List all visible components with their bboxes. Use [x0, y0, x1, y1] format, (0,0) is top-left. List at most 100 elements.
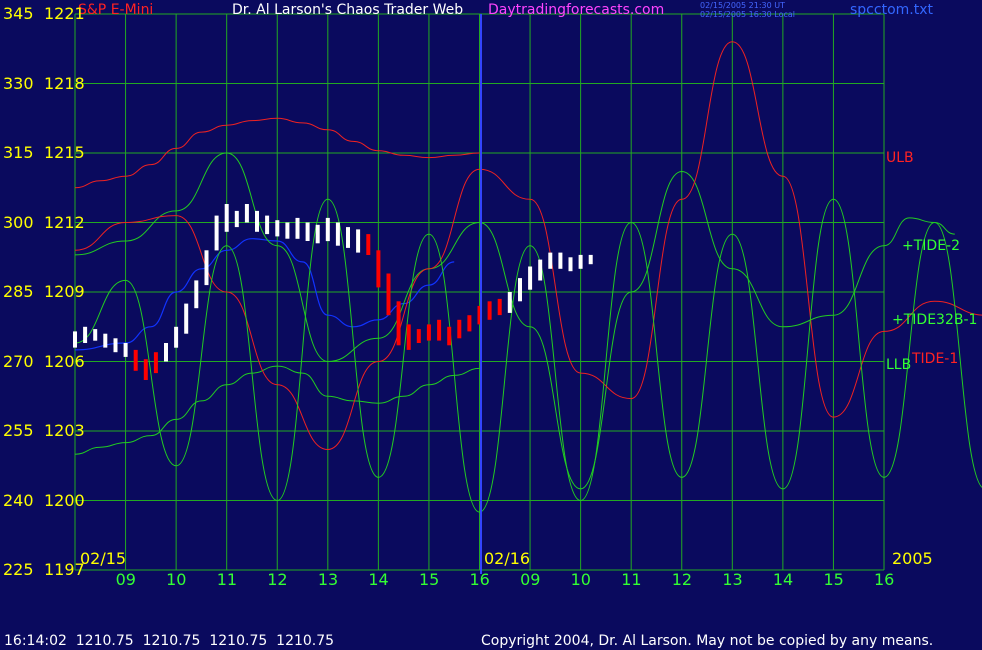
- tide2-label: +TIDE-2: [902, 238, 960, 254]
- price-bar: [305, 222, 310, 241]
- timestamp-ut: 02/15/2005 21:30 UT: [700, 1, 785, 10]
- price-bar: [467, 315, 472, 332]
- price-bar: [588, 254, 593, 265]
- time-axis-label: 11: [216, 570, 238, 589]
- price-axis-label: 1221: [44, 4, 85, 23]
- price-bar: [224, 204, 229, 232]
- series-line: [74, 198, 982, 513]
- price-bar: [497, 298, 502, 316]
- price-bar: [123, 343, 128, 357]
- price-bar: [335, 222, 340, 246]
- time-axis-label: 09: [520, 570, 541, 589]
- price-bar: [558, 252, 563, 269]
- price-bar: [426, 324, 431, 341]
- price-axis-label: 1203: [44, 421, 85, 440]
- price-bar: [285, 222, 290, 239]
- tide1-label: TIDE-1: [912, 351, 959, 367]
- copyright: Copyright 2004, Dr. Al Larson. May not b…: [481, 633, 934, 649]
- time-axis-label: 13: [317, 570, 339, 589]
- price-bar: [315, 224, 320, 244]
- price-bar: [113, 338, 118, 353]
- time-axis-label: 14: [772, 570, 794, 589]
- timestamp-local: 02/15/2005 16:30 Local: [700, 10, 795, 19]
- price-bar: [568, 257, 573, 272]
- price-bar: [265, 215, 270, 235]
- time-axis-label: 11: [621, 570, 642, 589]
- left-axis-label: 300: [3, 212, 34, 232]
- left-axis-label: 270: [3, 351, 34, 371]
- price-bar: [255, 210, 259, 232]
- price-bar: [234, 210, 239, 228]
- price-bar: [214, 215, 219, 251]
- price-bar: [275, 220, 280, 237]
- price-bar: [447, 326, 452, 346]
- price-axis-label: 1215: [44, 143, 85, 162]
- left-axis-label: 330: [3, 73, 34, 93]
- price-bar: [406, 324, 411, 350]
- time-axis-label: 16: [874, 570, 895, 589]
- series-line: [74, 152, 955, 490]
- price-bar: [133, 349, 138, 371]
- left-axis-label: 225: [3, 560, 34, 579]
- left-axis-label: 240: [3, 490, 34, 510]
- price-bar: [184, 303, 189, 334]
- price-axis-label: 1200: [44, 490, 85, 510]
- price-axis-label: 1218: [44, 73, 85, 93]
- price-bar: [204, 250, 209, 286]
- price-bar: [174, 326, 179, 348]
- price-bar: [376, 250, 381, 288]
- price-bar: [578, 254, 583, 269]
- price-bar: [518, 278, 522, 302]
- price-bar: [295, 217, 300, 239]
- price-bar: [153, 352, 158, 374]
- time-axis-label: 12: [267, 570, 288, 589]
- time-axis-label: 16: [469, 570, 490, 589]
- time-axis-label: 14: [368, 570, 389, 589]
- price-bar: [487, 301, 492, 320]
- price-axis-label: 1209: [44, 282, 85, 301]
- year-label: 2005: [892, 549, 933, 568]
- price-bar: [538, 259, 543, 281]
- price-axis-label: 1212: [44, 212, 85, 232]
- price-bar: [437, 319, 442, 341]
- price-axis-label: 1206: [44, 351, 85, 371]
- left-axis-label: 345: [3, 4, 34, 23]
- price-bar: [103, 333, 108, 348]
- price-bar: [507, 292, 512, 313]
- price-bar: [244, 204, 249, 223]
- price-bar: [73, 331, 77, 348]
- price-bar: [346, 227, 350, 248]
- date-label-day2: 02/16: [484, 549, 531, 568]
- price-bar: [164, 343, 168, 362]
- left-axis-label: 255: [3, 421, 34, 440]
- site-link[interactable]: Daytradingforecasts.com: [488, 3, 664, 17]
- time-axis-label: 13: [722, 570, 743, 589]
- time-axis-label: 10: [166, 570, 187, 589]
- price-bar: [356, 229, 361, 253]
- price-axis-label: 1197: [44, 560, 85, 579]
- chart-title: Dr. Al Larson's Chaos Trader Web: [232, 2, 464, 18]
- left-axis-label: 285: [3, 282, 34, 301]
- time-axis-label: 10: [570, 570, 591, 589]
- price-bar: [93, 329, 98, 341]
- price-bar: [548, 252, 553, 269]
- chart-symbol: S&P E-Mini: [78, 2, 154, 18]
- time-axis-label: 15: [418, 570, 440, 589]
- data-filename: spcctom.txt: [850, 2, 933, 18]
- quote-readout: 16:14:02 1210.75 1210.75 1210.75 1210.75: [4, 633, 335, 649]
- llb-label: LLB: [886, 357, 912, 373]
- price-bar: [83, 326, 88, 343]
- ulb-label: ULB: [886, 150, 914, 166]
- price-bar: [396, 301, 401, 346]
- date-label-day1: 02/15: [80, 549, 127, 568]
- price-bar: [366, 234, 371, 255]
- price-bar: [143, 359, 148, 380]
- price-bar: [194, 280, 199, 309]
- tide32b1-label: +TIDE32B-1: [892, 312, 978, 328]
- price-bar: [325, 217, 330, 242]
- time-axis-label: 12: [671, 570, 693, 589]
- price-bar: [416, 329, 421, 343]
- time-axis-label: 15: [823, 570, 844, 589]
- price-bar: [457, 319, 462, 339]
- left-axis-label: 315: [3, 143, 34, 162]
